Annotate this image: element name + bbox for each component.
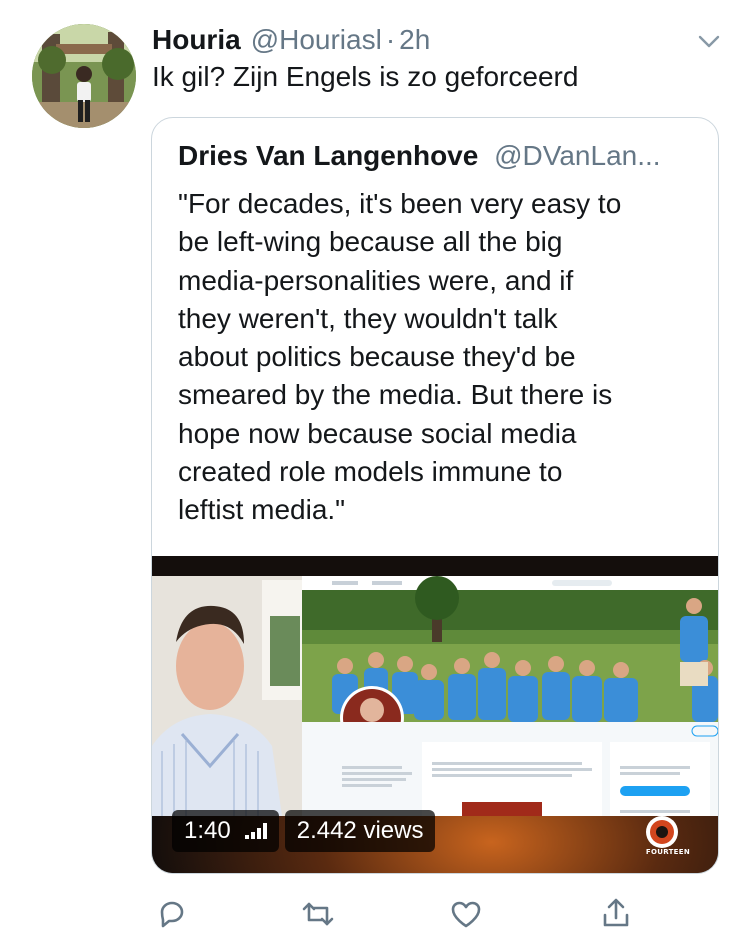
tweet-action-bar: [0, 896, 750, 936]
quoted-author-handle[interactable]: @DVanLan...: [494, 140, 660, 171]
video-player[interactable]: 1:40 2.442 views FOURTEEN: [152, 556, 718, 873]
retweet-icon[interactable]: [300, 896, 336, 932]
quoted-text-line: smeared by the media. But there is: [178, 379, 613, 411]
reply-icon[interactable]: [154, 896, 190, 932]
quoted-text-line: they weren't, they wouldn't talk: [178, 302, 558, 334]
quoted-author-name[interactable]: Dries Van Langenhove: [178, 140, 478, 171]
share-icon[interactable]: [598, 896, 634, 932]
author-handle[interactable]: @Houriasl: [251, 20, 382, 60]
video-views: 2.442 views: [284, 810, 436, 852]
tweet-text: Ik gil? Zijn Engels is zo geforceerd: [152, 61, 579, 92]
quoted-text-line: be left-wing because all the big: [178, 226, 563, 258]
tweet-header: Houria @Houriasl · 2h: [152, 20, 730, 60]
author-avatar[interactable]: [32, 24, 136, 128]
quoted-tweet-card[interactable]: Dries Van Langenhove @DVanLan... "For de…: [151, 117, 719, 874]
author-name[interactable]: Houria: [152, 20, 241, 60]
quoted-text-line: media-personalities were, and if: [178, 264, 574, 296]
quoted-text-line: about politics because they'd be: [178, 341, 576, 373]
quoted-tweet-header: Dries Van Langenhove @DVanLan...: [178, 138, 698, 174]
separator-dot: ·: [385, 24, 396, 55]
video-overlay: 1:40 2.442 views: [172, 810, 436, 852]
video-duration: 1:40: [172, 810, 279, 852]
quoted-text-line: "For decades, it's been very easy to: [178, 188, 622, 219]
quoted-text-line: leftist media.": [178, 494, 346, 526]
duration-text: 1:40: [184, 817, 231, 844]
chevron-down-icon[interactable]: [696, 28, 722, 54]
tweet-timestamp[interactable]: 2h: [399, 20, 430, 60]
quoted-tweet-text: "For decades, it's been very easy to be …: [178, 185, 698, 530]
avatar-photo: [32, 24, 136, 128]
signal-strength-icon: [244, 823, 267, 839]
brand-label: FOURTEEN: [645, 848, 690, 856]
like-icon[interactable]: [448, 896, 484, 932]
quoted-text-line: created role models immune to: [178, 456, 563, 488]
quoted-text-line: hope now because social media: [178, 417, 577, 449]
